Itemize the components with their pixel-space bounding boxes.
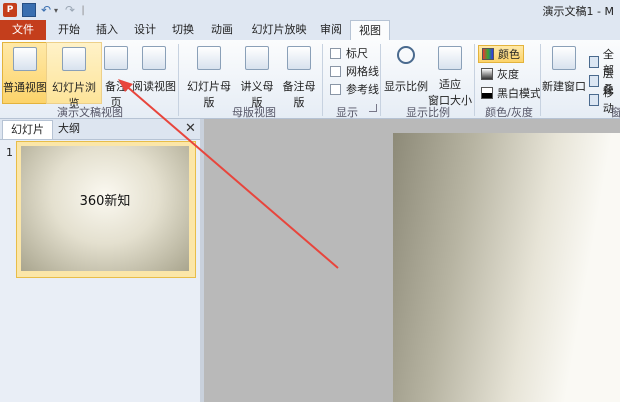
- black-white-swatch-icon: [481, 87, 493, 99]
- window-group-label: 窗: [610, 106, 620, 119]
- checkbox-box[interactable]: [330, 47, 341, 59]
- color-label: 颜色: [498, 48, 520, 61]
- show-group-label: 显示: [336, 106, 358, 119]
- magnifier-icon: [397, 46, 415, 64]
- reading-view-label: 阅读视图: [132, 80, 176, 93]
- dialog-launcher-icon[interactable]: [369, 104, 377, 112]
- tab-slides[interactable]: 幻灯片: [2, 120, 53, 139]
- tab-outline[interactable]: 大纲: [50, 120, 88, 138]
- tab-transitions[interactable]: 切换: [166, 20, 200, 40]
- slide-sorter-icon: [62, 47, 86, 71]
- fit-to-window-button[interactable]: 适应 窗口大小: [428, 42, 472, 107]
- handout-master-icon: [245, 46, 269, 70]
- pane-splitter[interactable]: [200, 119, 204, 402]
- tab-slideshow[interactable]: 幻灯片放映: [244, 20, 314, 40]
- close-icon[interactable]: ✕: [185, 121, 196, 136]
- color-group-label: 颜色/灰度: [485, 106, 533, 119]
- zoom-group-label: 显示比例: [406, 106, 450, 119]
- save-icon[interactable]: [22, 3, 36, 17]
- tab-file[interactable]: 文件: [0, 20, 46, 40]
- slide-canvas[interactable]: [393, 133, 620, 402]
- zoom-label: 显示比例: [384, 80, 428, 93]
- color-option[interactable]: 颜色: [478, 45, 524, 63]
- notes-page-button[interactable]: 备注页: [100, 42, 132, 109]
- normal-view-button[interactable]: 普通视图: [2, 42, 48, 104]
- black-white-label: 黑白模式: [497, 87, 541, 100]
- grayscale-option[interactable]: 灰度: [481, 66, 519, 82]
- handout-master-button[interactable]: 讲义母版: [236, 42, 278, 109]
- window-title: 演示文稿1 - M: [542, 5, 614, 18]
- move-split-icon: [589, 94, 599, 106]
- grayscale-label: 灰度: [497, 68, 519, 81]
- notes-master-icon: [287, 46, 311, 70]
- undo-icon[interactable]: ↶: [40, 3, 52, 17]
- tab-home[interactable]: 开始: [52, 20, 86, 40]
- slide-master-button[interactable]: 幻灯片母版: [182, 42, 236, 109]
- grayscale-swatch-icon: [481, 68, 493, 80]
- guides-checkbox[interactable]: 参考线: [330, 81, 379, 97]
- slide-number: 1: [6, 146, 13, 159]
- ruler-label: 标尺: [346, 47, 368, 60]
- tab-view[interactable]: 视图: [350, 20, 390, 41]
- powerpoint-logo-icon: P: [3, 3, 17, 17]
- color-swatch-icon: [482, 48, 494, 60]
- normal-view-label: 普通视图: [3, 81, 47, 94]
- checkbox-box[interactable]: [330, 83, 341, 95]
- tab-design[interactable]: 设计: [128, 20, 162, 40]
- group-separator: [540, 44, 541, 116]
- notes-master-button[interactable]: 备注母版: [278, 42, 320, 109]
- guides-label: 参考线: [346, 83, 379, 96]
- zoom-button[interactable]: 显示比例: [384, 42, 428, 102]
- group-separator: [322, 44, 323, 116]
- group-separator: [474, 44, 475, 116]
- gridlines-label: 网格线: [346, 65, 379, 78]
- checkbox-box[interactable]: [330, 65, 341, 77]
- ruler-checkbox[interactable]: 标尺: [330, 45, 368, 61]
- new-window-label: 新建窗口: [542, 80, 586, 93]
- tab-insert[interactable]: 插入: [90, 20, 124, 40]
- slide-thumbnail-title: 360新知: [79, 194, 131, 209]
- notes-page-icon: [104, 46, 128, 70]
- slide-sorter-button[interactable]: 幻灯片浏览: [46, 42, 102, 110]
- reading-view-icon: [142, 46, 166, 70]
- quick-access-separator: |: [81, 4, 85, 16]
- fit-to-window-icon: [438, 46, 462, 70]
- normal-view-icon: [13, 47, 37, 71]
- fit-label-line1: 适应: [439, 78, 461, 91]
- group-separator: [178, 44, 179, 116]
- group-separator: [380, 44, 381, 116]
- black-white-option[interactable]: 黑白模式: [481, 85, 541, 101]
- master-views-group-label: 母版视图: [232, 106, 276, 119]
- redo-icon[interactable]: ↷: [64, 3, 76, 17]
- tab-review[interactable]: 审阅: [314, 20, 348, 40]
- slide-master-icon: [197, 46, 221, 70]
- gridlines-checkbox[interactable]: 网格线: [330, 63, 379, 79]
- tab-animations[interactable]: 动画: [204, 20, 240, 40]
- new-window-icon: [552, 46, 576, 70]
- undo-dropdown-icon[interactable]: ▾: [52, 3, 60, 17]
- new-window-button[interactable]: 新建窗口: [542, 42, 586, 102]
- presentation-views-group-label: 演示文稿视图: [57, 106, 123, 119]
- reading-view-button[interactable]: 阅读视图: [132, 42, 176, 102]
- title-bar: [0, 0, 620, 20]
